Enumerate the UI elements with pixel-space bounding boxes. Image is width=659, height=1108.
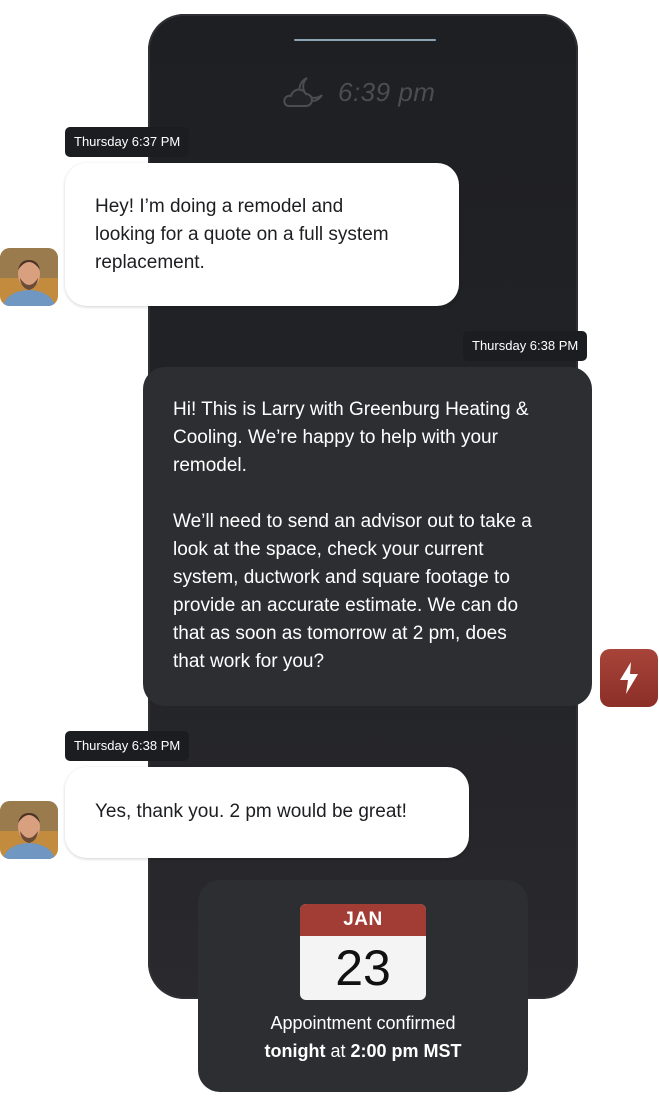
appointment-status: Appointment confirmed [270, 1013, 456, 1033]
phone-notch-line [294, 39, 436, 41]
customer-message-bubble: Hey! I’m doing a remodel and looking for… [65, 163, 459, 306]
calendar-month: JAN [300, 904, 426, 936]
calendar-day: 23 [335, 940, 391, 996]
moon-cloud-icon [283, 77, 323, 107]
lightning-bolt-icon [600, 649, 658, 707]
appointment-day-label: tonight [264, 1041, 326, 1061]
calendar-icon: JAN 23 [300, 904, 426, 1000]
status-time: 6:39 pm [338, 76, 436, 107]
status-clock: 6:39 pm [280, 74, 435, 110]
appointment-card: JAN 23 Appointment confirmed tonight at … [198, 880, 528, 1092]
message-timestamp: Thursday 6:37 PM [65, 127, 190, 157]
appointment-at: at [325, 1041, 351, 1061]
message-timestamp: Thursday 6:38 PM [463, 331, 588, 361]
customer-avatar [0, 248, 58, 306]
business-message-bubble: Hi! This is Larry with Greenburg Heating… [143, 367, 592, 706]
message-timestamp: Thursday 6:38 PM [65, 731, 190, 761]
appointment-time: tonight at 2:00 pm MST [198, 1041, 528, 1062]
customer-message-bubble: Yes, thank you. 2 pm would be great! [65, 767, 469, 858]
appointment-clock: 2:00 pm MST [350, 1041, 462, 1061]
customer-avatar [0, 801, 58, 859]
